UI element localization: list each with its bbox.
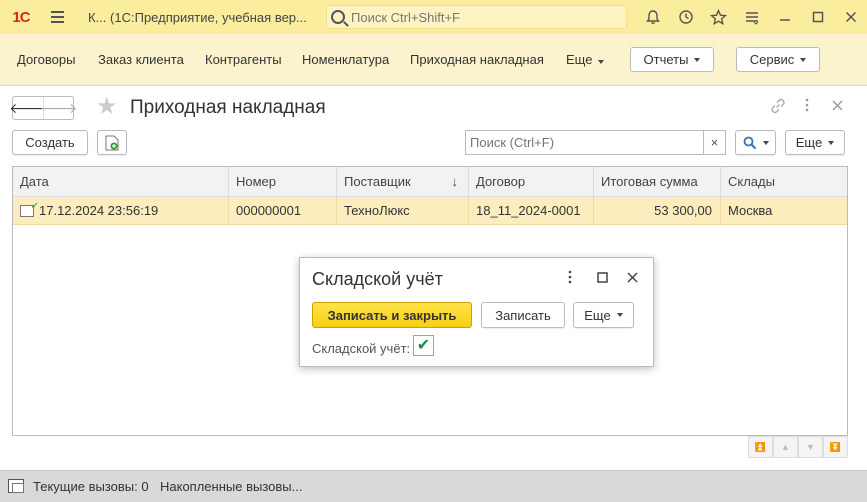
- dialog-maximize-icon[interactable]: [597, 270, 608, 287]
- close-icon[interactable]: [834, 0, 867, 34]
- dialog-close-icon[interactable]: [627, 270, 638, 287]
- cell-supplier: ТехноЛюкс: [337, 197, 469, 225]
- chevron-down-icon: [800, 57, 807, 62]
- nav-item-incoming-invoice[interactable]: Приходная накладная: [410, 52, 544, 67]
- link-icon[interactable]: [770, 98, 786, 118]
- add-document-icon[interactable]: [97, 130, 127, 155]
- chevron-down-icon: [828, 140, 835, 145]
- bell-icon[interactable]: [636, 0, 669, 34]
- list-search-input[interactable]: [465, 130, 704, 155]
- checkmark-icon: ✔: [416, 336, 431, 354]
- column-header-warehouses[interactable]: Склады: [721, 167, 847, 197]
- close-form-icon[interactable]: [832, 98, 843, 115]
- 1c-logo-icon[interactable]: 1С: [0, 0, 42, 34]
- maximize-icon[interactable]: [801, 0, 834, 34]
- column-header-contract[interactable]: Договор: [469, 167, 594, 197]
- windows-icon[interactable]: [8, 479, 24, 493]
- service-label: Сервис: [749, 52, 795, 67]
- cell-contract: 18_11_2024-0001: [469, 197, 594, 225]
- save-and-close-button[interactable]: Записать и закрыть: [312, 302, 472, 328]
- column-header-supplier[interactable]: Поставщик ↓: [337, 167, 469, 197]
- chevron-down-icon: [694, 57, 701, 62]
- nav-item-nomenclature[interactable]: Номенклатура: [302, 52, 389, 67]
- column-header-supplier-label: Поставщик: [344, 174, 411, 189]
- titlebar-icons: [636, 0, 867, 34]
- posted-document-icon: [20, 193, 39, 221]
- status-bar: Текущие вызовы: 0 Накопленные вызовы...: [0, 470, 867, 502]
- search-icon: [331, 10, 345, 24]
- warehouse-accounting-dialog: Складской учёт Записать и закрыть Записа…: [299, 257, 654, 367]
- dialog-more-button[interactable]: Еще: [573, 302, 634, 328]
- cell-total: 53 300,00: [594, 197, 721, 225]
- page-title: Приходная накладная: [130, 97, 326, 118]
- nav-item-contracts[interactable]: Договоры: [17, 52, 75, 67]
- nav-more-button[interactable]: Еще: [566, 52, 605, 67]
- nav-item-client-order[interactable]: Заказ клиента: [98, 52, 184, 67]
- table-scroll-buttons: ⏫ ▲ ▼ ⏬: [748, 436, 848, 458]
- warehouse-accounting-label: Складской учёт:: [312, 341, 411, 356]
- sort-arrow-icon: ↓: [451, 174, 459, 189]
- title-bar: 1С К... (1С:Предприятие, учебная вер...: [0, 0, 867, 34]
- favorite-star-icon[interactable]: ★: [96, 94, 118, 120]
- main-menu-icon[interactable]: [42, 0, 72, 34]
- global-search-input[interactable]: [351, 9, 611, 25]
- scroll-down-icon[interactable]: ▼: [798, 436, 823, 458]
- dialog-more-label: Еще: [584, 307, 611, 323]
- back-arrow-icon[interactable]: 🡐: [9, 97, 47, 119]
- column-header-number[interactable]: Номер: [229, 167, 337, 197]
- history-nav: 🡐 🡒: [9, 96, 77, 120]
- column-header-date[interactable]: Дата: [13, 167, 229, 197]
- cell-date-value: 17.12.2024 23:56:19: [39, 203, 159, 218]
- create-button[interactable]: Создать: [12, 130, 88, 155]
- cell-date: 17.12.2024 23:56:19: [13, 193, 229, 225]
- window-title: К... (1С:Предприятие, учебная вер...: [72, 10, 310, 25]
- more-actions-icon[interactable]: [804, 98, 810, 116]
- cell-number: 000000001: [229, 197, 337, 225]
- reports-button[interactable]: Отчеты: [630, 47, 714, 72]
- chevron-down-icon: [762, 140, 769, 145]
- service-button[interactable]: Сервис: [736, 47, 820, 72]
- search-icon: [743, 136, 756, 149]
- dialog-more-icon[interactable]: [567, 270, 573, 288]
- warehouse-accounting-checkbox[interactable]: ✔: [413, 335, 434, 356]
- global-search[interactable]: [326, 5, 627, 29]
- table-row[interactable]: 17.12.2024 23:56:19 000000001 ТехноЛюкс …: [13, 193, 847, 225]
- minimize-icon[interactable]: [768, 0, 801, 34]
- app-title: (1С:Предприятие, учебная вер...: [110, 9, 307, 25]
- nav-item-counterparties[interactable]: Контрагенты: [205, 52, 282, 67]
- current-calls: Текущие вызовы: 0: [33, 479, 149, 494]
- chevron-down-icon: [598, 60, 605, 64]
- dialog-title: Складской учёт: [312, 269, 443, 289]
- more-button[interactable]: Еще: [785, 130, 845, 155]
- history-icon[interactable]: [669, 0, 702, 34]
- forward-arrow-icon[interactable]: 🡒: [40, 97, 77, 119]
- column-header-total[interactable]: Итоговая сумма: [594, 167, 721, 197]
- window-short-title: К...: [88, 9, 107, 25]
- reports-label: Отчеты: [643, 52, 689, 67]
- section-nav: Договоры Заказ клиента Контрагенты Номен…: [0, 34, 867, 86]
- cell-warehouse: Москва: [728, 203, 773, 218]
- clear-search-icon[interactable]: ×: [703, 130, 726, 155]
- star-icon[interactable]: [702, 0, 735, 34]
- search-options-button[interactable]: [735, 130, 776, 155]
- accumulated-calls: Накопленные вызовы...: [160, 479, 303, 494]
- scroll-up-icon[interactable]: ▲: [773, 436, 798, 458]
- menu-icon[interactable]: [735, 0, 768, 34]
- save-button[interactable]: Записать: [481, 302, 565, 328]
- table-header: Дата Номер Поставщик ↓ Договор Итоговая …: [13, 167, 847, 197]
- more-label: Еще: [795, 135, 823, 150]
- nav-more-label: Еще: [566, 52, 593, 67]
- scroll-top-icon[interactable]: ⏫: [748, 436, 773, 458]
- scroll-bottom-icon[interactable]: ⏬: [823, 436, 848, 458]
- chevron-down-icon: [616, 313, 623, 317]
